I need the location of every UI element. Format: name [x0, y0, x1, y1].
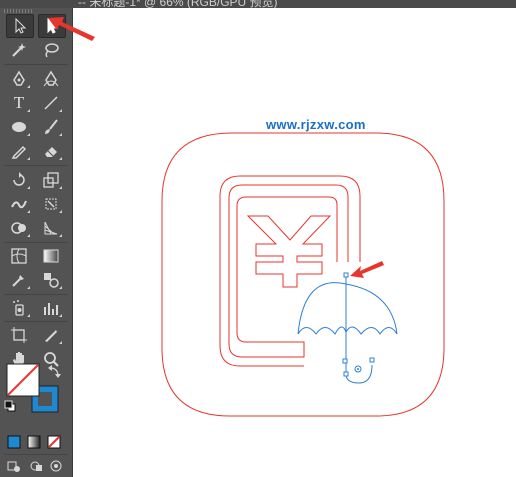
yuan-symbol[interactable]: [246, 215, 332, 288]
anchor-point[interactable]: [343, 371, 349, 377]
artwork-layer: [48, 17, 445, 417]
watermark-text: www.rjzxw.com: [266, 117, 366, 132]
document-outline-outer[interactable]: [228, 184, 349, 358]
document-outline-inner[interactable]: [219, 175, 361, 367]
annotation-arrow-toolbar: [48, 17, 95, 41]
anchor-point[interactable]: [343, 272, 349, 278]
center-point-dot: [357, 368, 359, 370]
anchor-point[interactable]: [369, 357, 375, 363]
anchor-point[interactable]: [342, 358, 348, 364]
annotation-arrow-umbrella: [350, 261, 384, 278]
umbrella-icon[interactable]: [297, 276, 398, 384]
